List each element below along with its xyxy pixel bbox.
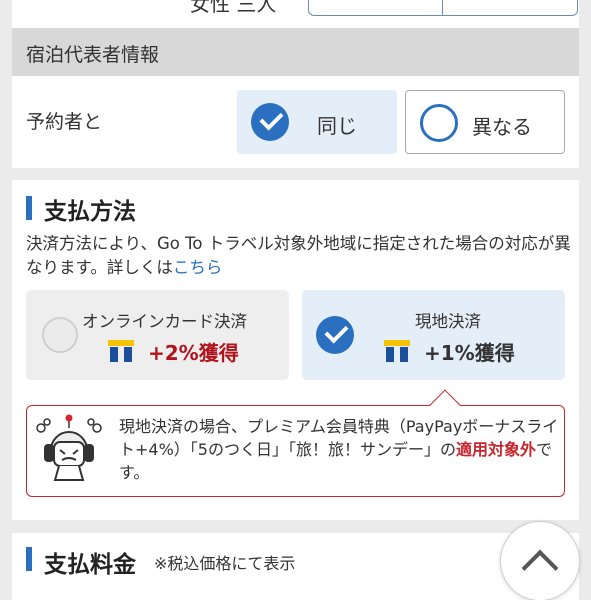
checked-icon	[316, 316, 354, 354]
details-link[interactable]: こちら	[173, 258, 223, 277]
payment-method-card: 支払方法 決済方法により、Go To トラベル対象外地域に指定された場合の対応が…	[12, 180, 579, 520]
option-same-button[interactable]: 同じ	[237, 90, 397, 154]
unchecked-radio-icon	[420, 104, 458, 142]
tpoint-logo-icon	[384, 340, 410, 362]
gender-selector[interactable]	[308, 0, 578, 16]
payment-option-pay-at-hotel[interactable]: 現地決済 +1%獲得	[302, 290, 565, 380]
gender-label: 女性 三人	[190, 0, 277, 16]
notice-highlight: 適用対象外	[455, 440, 536, 459]
title-accent-bar	[26, 547, 32, 571]
unchecked-radio-icon	[42, 317, 78, 353]
guest-info-card: 女性 三人 宿泊代表者情報 予約者と 同じ 異なる	[12, 0, 579, 168]
payment-option-online-card[interactable]: オンラインカード決済 +2%獲得	[26, 290, 289, 380]
tpoint-logo-icon	[108, 340, 134, 362]
payment-description-text: 決済方法により、Go To トラベル対象外地域に指定された場合の対応が異なります…	[26, 234, 571, 277]
title-accent-bar	[26, 196, 32, 220]
notice-text: 現地決済の場合、プレミアム会員特典（PayPayボーナスライト+4%）「5のつく…	[119, 415, 559, 484]
gender-divider	[442, 0, 443, 16]
gender-row: 女性 三人	[12, 0, 579, 26]
checked-icon	[251, 103, 289, 141]
option-different-button[interactable]: 異なる	[405, 90, 565, 154]
points-label: +2%獲得	[148, 341, 239, 365]
option-same-label: 同じ	[317, 114, 357, 138]
option-different-label: 異なる	[472, 115, 532, 139]
mascot-headphones-icon	[36, 414, 102, 481]
tax-note: ※税込価格にて表示	[154, 554, 296, 573]
fee-title: 支払料金	[44, 552, 136, 578]
payment-notice: 現地決済の場合、プレミアム会員特典（PayPayボーナスライト+4%）「5のつく…	[26, 389, 565, 497]
payment-option-name: オンラインカード決済	[82, 312, 247, 331]
payment-title: 支払方法	[44, 199, 136, 225]
payment-option-name: 現地決済	[415, 312, 481, 331]
section-header: 宿泊代表者情報	[12, 28, 579, 76]
scroll-to-top-button[interactable]	[500, 521, 580, 600]
payment-fee-card: 支払料金 ※税込価格にて表示	[12, 533, 579, 600]
points-label: +1%獲得	[424, 341, 515, 365]
booker-label: 予約者と	[26, 111, 103, 133]
payment-description: 決済方法により、Go To トラベル対象外地域に指定された場合の対応が異なります…	[26, 232, 571, 280]
section-title: 宿泊代表者情報	[26, 44, 160, 66]
